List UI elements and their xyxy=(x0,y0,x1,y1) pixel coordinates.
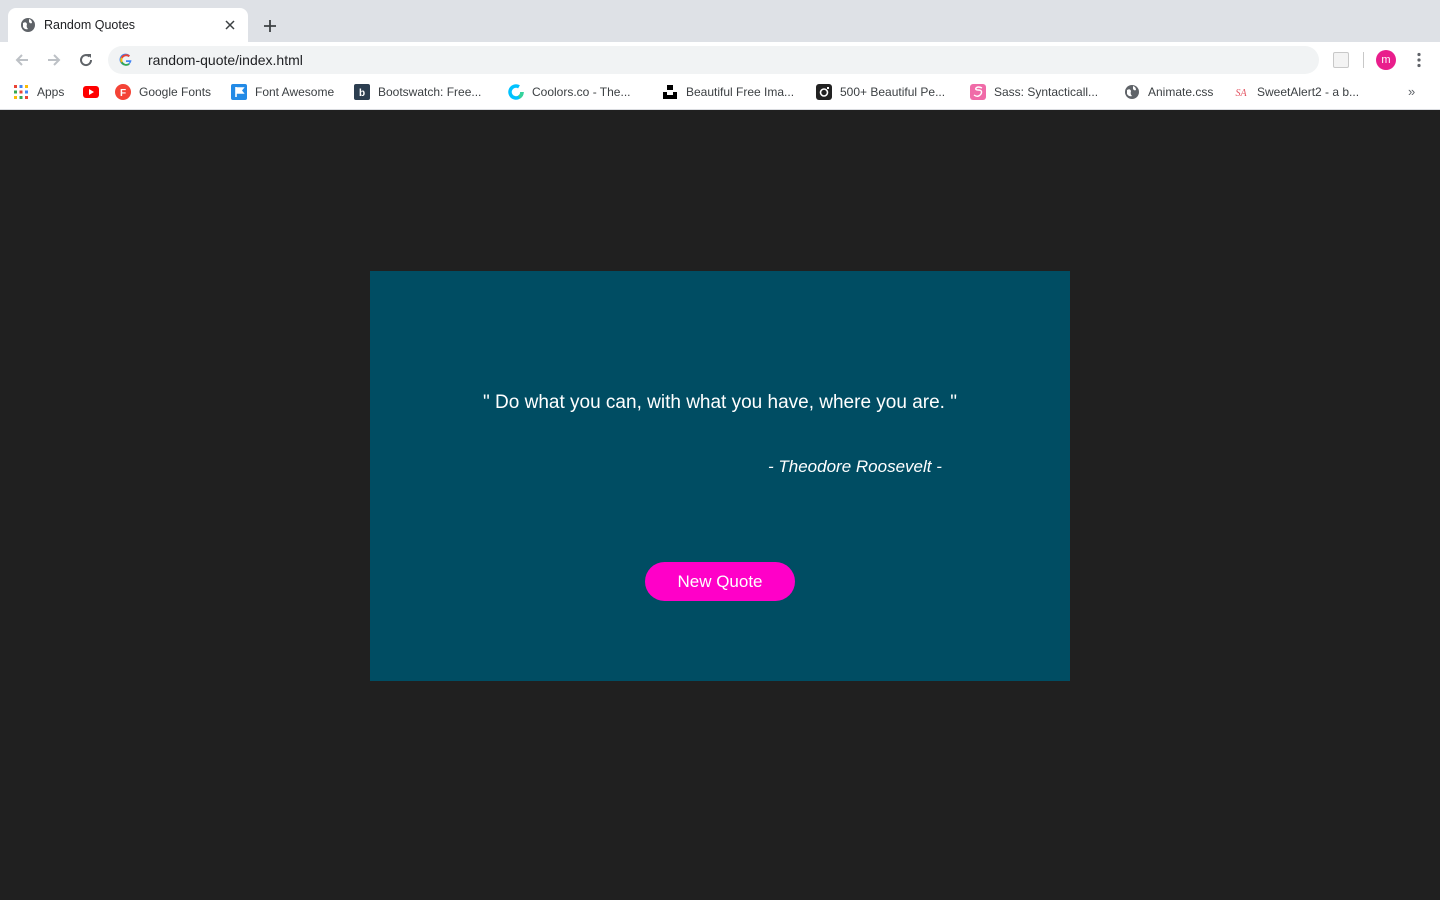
sweetalert-icon: SA xyxy=(1233,84,1249,100)
quote-card xyxy=(370,271,1070,681)
forward-arrow-icon xyxy=(48,54,61,66)
coolors-icon xyxy=(508,84,524,100)
reload-button[interactable] xyxy=(74,48,98,72)
globe-icon xyxy=(1124,84,1140,100)
youtube-icon xyxy=(83,84,99,100)
svg-text:SA: SA xyxy=(1235,88,1247,99)
google-g-icon xyxy=(118,52,134,68)
globe-icon xyxy=(20,17,36,33)
sass-icon xyxy=(970,84,986,100)
bookmark-sass[interactable]: Sass: Syntacticall... xyxy=(970,78,1098,106)
bookmark-label: Beautiful Free Ima... xyxy=(686,85,795,99)
bookmark-youtube[interactable] xyxy=(83,78,107,106)
browser-toolbar: random-quote/index.html m xyxy=(0,42,1440,78)
tab-random-quotes[interactable]: Random Quotes xyxy=(8,8,248,42)
svg-text:b: b xyxy=(359,88,365,99)
quote-text: " Do what you can, with what you have, w… xyxy=(483,392,957,413)
chevron-double-right-icon[interactable]: » xyxy=(1408,84,1424,100)
apps-grid-icon xyxy=(13,84,29,100)
bookmark-label: Apps xyxy=(37,85,65,99)
close-tab-icon[interactable] xyxy=(222,17,238,33)
bookmark-apps[interactable]: Apps xyxy=(13,78,64,106)
tab-title: Random Quotes xyxy=(44,18,136,32)
bookmark-coolors[interactable]: Coolors.co - The... xyxy=(508,78,630,106)
bookmark-label: Font Awesome xyxy=(255,85,335,99)
profile-avatar[interactable]: m xyxy=(1376,50,1396,70)
new-quote-button[interactable]: New Quote xyxy=(645,562,795,601)
toolbar-divider xyxy=(1363,52,1364,68)
bookmark-unsplash[interactable]: Beautiful Free Ima... xyxy=(662,78,794,106)
svg-text:F: F xyxy=(120,88,126,99)
bookmark-label: Google Fonts xyxy=(139,85,212,99)
bookmark-bootswatch[interactable]: b Bootswatch: Free... xyxy=(354,78,481,106)
quote-author: - Theodore Roosevelt - xyxy=(768,457,942,476)
back-button[interactable] xyxy=(10,48,34,72)
kebab-menu-icon[interactable] xyxy=(1410,50,1428,70)
bookmark-label: Coolors.co - The... xyxy=(532,85,631,99)
bookmark-font-awesome[interactable]: Font Awesome xyxy=(231,78,334,106)
reload-icon xyxy=(80,54,93,67)
new-tab-button[interactable] xyxy=(258,14,282,38)
extension-icon[interactable] xyxy=(1333,52,1349,68)
bookmarks-bar: Apps F Google Fonts Font Awesome b Boots… xyxy=(0,78,1440,110)
bookmark-label: 500+ Beautiful Pe... xyxy=(840,85,946,99)
unsplash-icon xyxy=(662,84,678,100)
bookmark-animate-css[interactable]: Animate.css xyxy=(1124,78,1213,106)
font-awesome-icon xyxy=(231,84,247,100)
bookmark-sweetalert2[interactable]: SA SweetAlert2 - a b... xyxy=(1233,78,1359,106)
url-text: random-quote/index.html xyxy=(148,52,303,68)
bookmark-500px[interactable]: 500+ Beautiful Pe... xyxy=(816,78,945,106)
bootswatch-icon: b xyxy=(354,84,370,100)
camera-icon xyxy=(816,84,832,100)
forward-button[interactable] xyxy=(42,48,66,72)
bookmark-label: Sass: Syntacticall... xyxy=(994,85,1099,99)
address-bar[interactable]: random-quote/index.html xyxy=(108,46,1319,74)
bookmark-label: SweetAlert2 - a b... xyxy=(1257,85,1360,99)
bookmark-google-fonts[interactable]: F Google Fonts xyxy=(115,78,211,106)
bookmark-label: Animate.css xyxy=(1148,85,1214,99)
tab-strip: Random Quotes xyxy=(0,0,1440,42)
google-fonts-icon: F xyxy=(115,84,131,100)
bookmark-label: Bootswatch: Free... xyxy=(378,85,482,99)
back-arrow-icon xyxy=(15,54,28,66)
